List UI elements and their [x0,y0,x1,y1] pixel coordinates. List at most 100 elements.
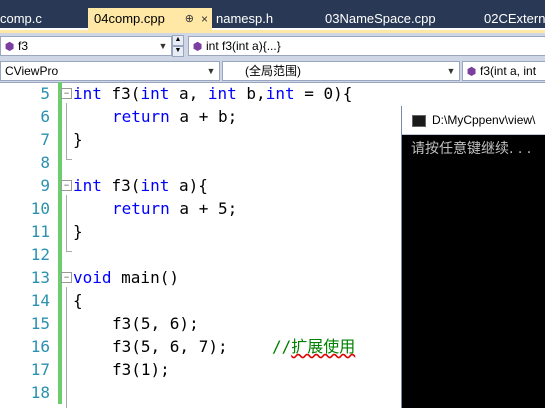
keyword: void [73,268,112,287]
chevron-up-icon[interactable]: ▲ [172,35,184,46]
console-window[interactable]: D:\MyCppenv\view\ 请按任意键继续. . . [401,106,545,408]
project-combo-value: CViewPro [5,64,59,78]
code-text[interactable]: } [73,220,83,243]
signature-combo-value: int f3(int a){...} [206,39,281,53]
line-number: 10 [30,199,50,218]
code-token: = 0){ [294,84,353,103]
tab-label: namesp.h [216,11,274,26]
scope-combo[interactable]: (全局范围) ▼ [222,61,460,81]
code-token: f3(5, 6, 7); [112,337,228,356]
tab-04comp-cpp[interactable]: 04comp.cpp ⊕ × [88,8,212,30]
tab-namesp-h[interactable]: namesp.h [216,9,306,28]
chevron-down-icon[interactable]: ▼ [172,46,184,57]
code-token: main() [111,268,179,287]
console-output: 请按任意键继续. . . [411,141,532,157]
console-title-bar[interactable]: D:\MyCppenv\view\ [402,106,545,135]
line-number: 5 [40,84,50,103]
line-number: 6 [40,107,50,126]
symbol-combo[interactable]: ⬢ f3 ▼ [0,36,172,56]
tab-02cextern[interactable]: 02CExtern. [484,9,545,28]
close-icon[interactable]: × [201,8,208,30]
document-tab-strip: comp.c 04comp.cpp ⊕ × namesp.h 03NameSpa… [0,0,545,30]
code-token: b, [236,84,266,103]
code-comment[interactable]: //扩展使用 [272,335,355,358]
keyword: int [140,84,170,103]
code-text[interactable]: return a + b; [112,105,237,128]
chevron-down-icon[interactable]: ▼ [203,62,219,80]
collapse-icon[interactable]: − [61,180,72,191]
tab-label: 02CExtern. [484,11,545,26]
code-text[interactable]: f3(5, 6, 7); [112,335,228,358]
tab-label: 04comp.cpp [94,11,165,26]
change-marker [58,128,62,151]
keyword: int [207,84,237,103]
member-cube-icon: ⬢ [192,41,203,53]
code-text[interactable]: int f3(int a){ [73,174,208,197]
keyword: int [73,84,102,103]
line-number: 9 [40,176,50,195]
tab-comp-c[interactable]: comp.c [0,9,85,28]
code-text[interactable]: int f3(int a, int b,int = 0){ [73,82,352,105]
member-cube-icon: ⬢ [4,41,15,53]
code-token: a, [169,84,208,103]
keyword: return [112,107,170,126]
tab-label: comp.c [0,11,42,26]
code-text[interactable]: return a + 5; [112,197,237,220]
change-marker [58,289,62,312]
signature-combo[interactable]: ⬢ int f3(int a){...} [188,36,545,56]
code-text[interactable]: void main() [73,266,179,289]
collapse-icon[interactable]: − [61,272,72,283]
scope-combo-value: (全局范围) [245,64,301,78]
member-combo-value: f3(int a, int [480,64,537,78]
code-line: 5 − int f3(int a, int b,int = 0){ [0,82,545,105]
pin-icon[interactable]: ⊕ [185,8,194,30]
code-token: f3( [101,84,141,103]
line-number: 16 [30,337,50,356]
line-number: 14 [30,291,50,310]
line-number: 17 [30,360,50,379]
navigation-bar-bottom: CViewPro ▼ (全局范围) ▼ ⬢ f3(int a, int [0,58,545,83]
code-token: a + b; [169,107,238,126]
tab-03namespace-cpp[interactable]: 03NameSpace.cpp [325,9,455,28]
code-token: a + 5; [169,199,238,218]
change-marker [58,105,62,128]
member-cube-icon: ⬢ [466,66,477,78]
keyword: return [112,199,170,218]
change-marker [58,381,62,404]
code-token: a){ [169,176,208,195]
code-text[interactable]: f3(1); [112,358,170,381]
keyword: int [265,84,295,103]
keyword: int [73,176,102,195]
split-spinner[interactable]: ▲ ▼ [172,35,184,57]
keyword: int [140,176,170,195]
change-marker [58,220,62,243]
line-number: 11 [30,222,50,241]
change-marker [58,358,62,381]
member-combo[interactable]: ⬢ f3(int a, int [462,61,545,81]
console-app-icon [412,115,426,127]
line-number: 7 [40,130,50,149]
line-number: 18 [30,383,50,402]
chevron-down-icon[interactable]: ▼ [443,62,459,80]
chevron-down-icon[interactable]: ▼ [155,37,171,55]
line-number: 15 [30,314,50,333]
navigation-bar-top: ⬢ f3 ▼ ▲ ▼ ⬢ int f3(int a){...} [0,33,545,58]
comment-prefix: // [272,337,292,356]
code-text[interactable]: { [73,289,83,312]
code-token: f3( [101,176,141,195]
line-number: 8 [40,153,50,172]
project-combo[interactable]: CViewPro ▼ [0,61,220,81]
tab-label: 03NameSpace.cpp [325,11,436,26]
change-marker [58,197,62,220]
change-marker [58,243,62,266]
change-marker [58,151,62,174]
code-text[interactable]: f3(5, 6); [112,312,199,335]
collapse-icon[interactable]: − [61,88,72,99]
symbol-combo-value: f3 [18,39,29,53]
line-number: 13 [30,268,50,287]
change-marker [58,312,62,335]
line-number: 12 [30,245,50,264]
code-text[interactable]: } [73,128,83,151]
comment-text: 扩展使用 [291,337,356,356]
change-marker [58,335,62,358]
